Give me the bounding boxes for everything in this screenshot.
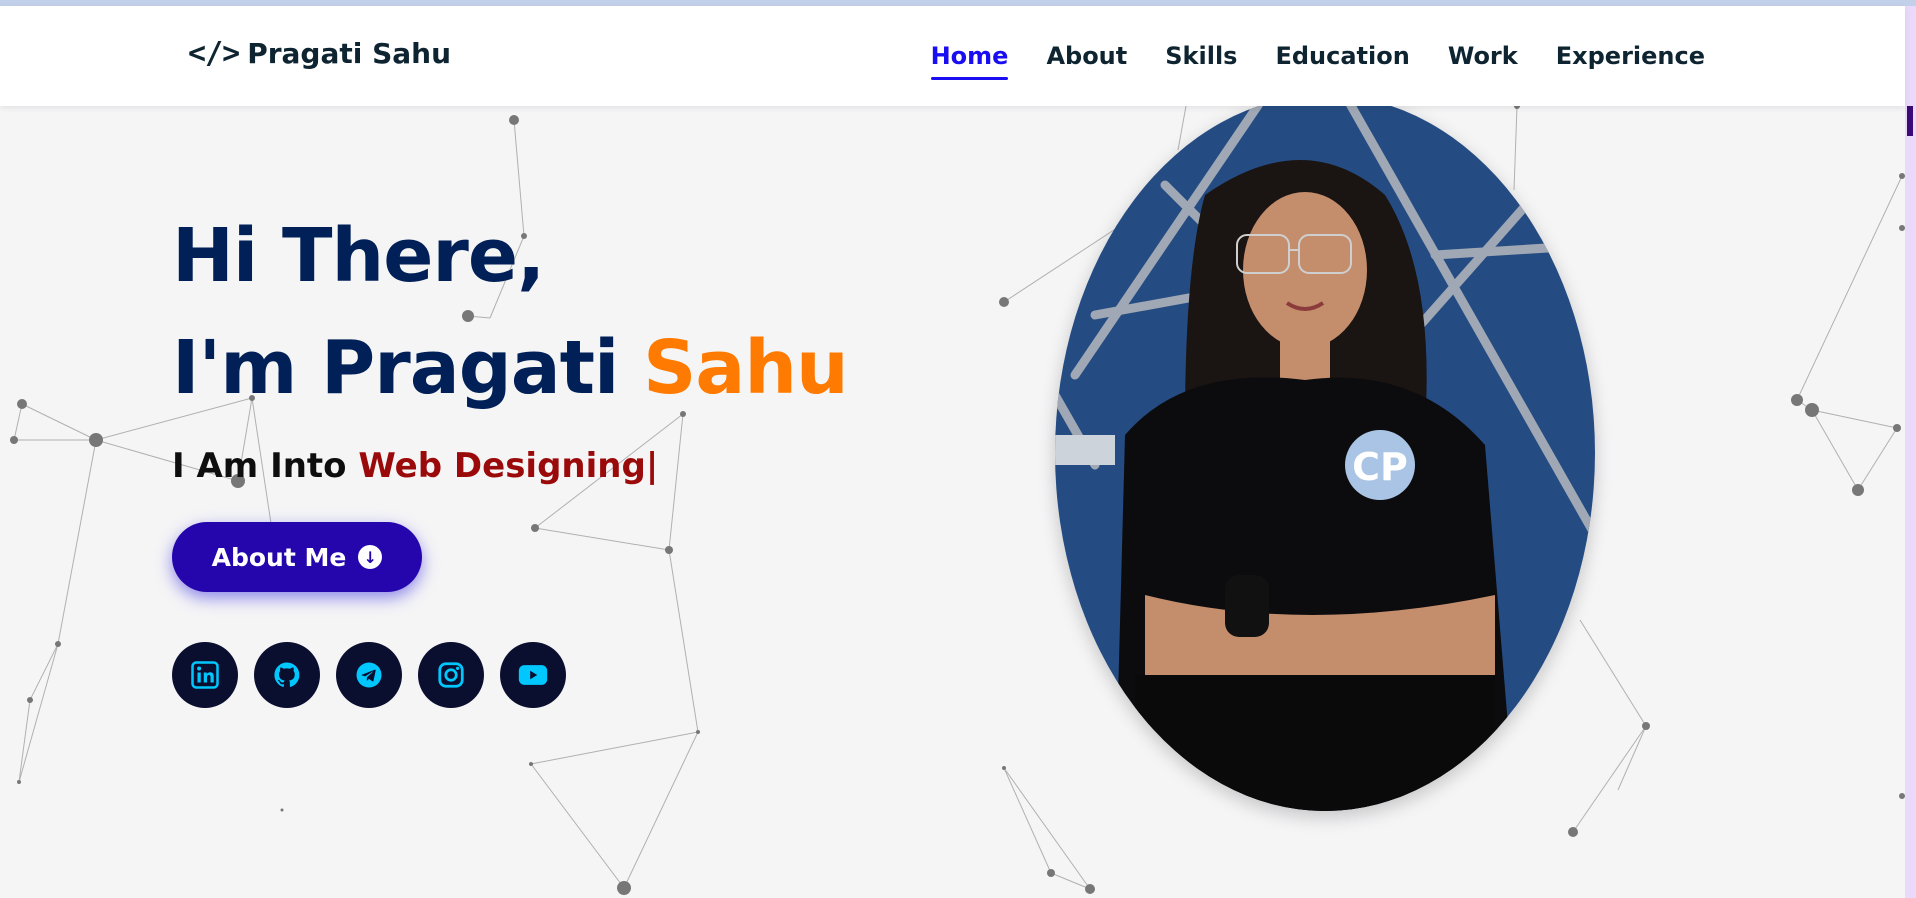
github-link[interactable] <box>254 642 320 708</box>
instagram-icon <box>438 662 464 688</box>
typed-prefix: I Am Into <box>172 446 347 486</box>
github-icon <box>274 662 300 687</box>
navbar: </> Pragati Sahu Home About Skills Educa… <box>0 6 1905 106</box>
main-nav: Home About Skills Education Work Experie… <box>930 42 1705 80</box>
nav-experience-link[interactable]: Experience <box>1556 42 1705 80</box>
nav-work-link[interactable]: Work <box>1448 42 1518 80</box>
brand-name: Pragati Sahu <box>247 37 452 70</box>
instagram-link[interactable] <box>418 642 484 708</box>
hero-section: Hi There, I'm Pragati Sahu I Am Into Web… <box>172 200 849 486</box>
profile-photo: CP <box>1055 95 1595 811</box>
scrollbar-thumb[interactable] <box>1907 106 1913 136</box>
nav-about-link[interactable]: About <box>1046 42 1127 80</box>
arrow-down-circle-icon: ↓ <box>358 545 383 569</box>
nav-home-link[interactable]: Home <box>930 42 1008 80</box>
hero-intro-highlight: Sahu <box>643 325 849 411</box>
hero-greeting: Hi There, <box>172 213 545 299</box>
page-scrollbar[interactable] <box>1905 6 1916 898</box>
about-me-label: About Me <box>211 542 347 572</box>
hero-intro: I'm Pragati Sahu <box>172 312 849 424</box>
hero-intro-prefix: I'm Pragati <box>172 325 619 411</box>
nav-skills-link[interactable]: Skills <box>1165 42 1237 80</box>
about-me-button[interactable]: About Me ↓ <box>172 522 422 592</box>
linkedin-link[interactable] <box>172 642 238 708</box>
telegram-icon <box>356 662 382 688</box>
svg-text:CP: CP <box>1352 445 1408 489</box>
code-icon: </> <box>188 36 240 71</box>
youtube-link[interactable] <box>500 642 566 708</box>
telegram-link[interactable] <box>336 642 402 708</box>
brand-logo[interactable]: </> Pragati Sahu <box>188 36 451 71</box>
typed-tagline: I Am Into Web Designing| <box>172 446 848 486</box>
typed-role: Web Designing| <box>358 446 659 486</box>
nav-education-link[interactable]: Education <box>1275 42 1409 80</box>
youtube-icon <box>518 665 548 685</box>
profile-photo-illustration: CP <box>1055 95 1595 811</box>
linkedin-icon <box>191 661 219 689</box>
social-links <box>172 642 566 708</box>
